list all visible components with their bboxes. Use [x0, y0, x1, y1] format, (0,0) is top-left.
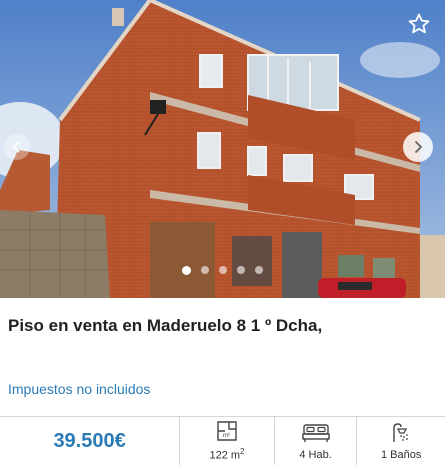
pagination-dot[interactable] — [255, 266, 263, 274]
gallery-pagination — [0, 265, 445, 275]
chevron-left-icon — [12, 141, 20, 153]
shower-icon — [390, 422, 412, 444]
baths-stat: 1 Baños — [356, 417, 445, 465]
previous-image-button[interactable] — [4, 134, 30, 160]
bed-icon — [301, 422, 330, 444]
rooms-stat: 4 Hab. — [273, 417, 357, 465]
listing-stats: 39.500€ m² 122 m2 4 Hab. 1 Baños — [0, 416, 445, 465]
floor-plan-icon: m² — [216, 420, 238, 442]
baths-label: 1 Baños — [381, 448, 422, 461]
area-stat: m² 122 m2 — [179, 417, 274, 465]
rooms-label: 4 Hab. — [299, 448, 332, 461]
listing-photo[interactable] — [0, 0, 445, 298]
next-image-button[interactable] — [403, 132, 433, 162]
pagination-dot[interactable] — [237, 266, 245, 274]
favorite-star-icon[interactable] — [407, 12, 431, 36]
pagination-dot[interactable] — [201, 266, 209, 274]
svg-text:m²: m² — [223, 433, 230, 439]
listing-card[interactable]: Piso en venta en Maderuelo 8 1 º Dcha, I… — [0, 0, 445, 465]
pagination-dot[interactable] — [219, 266, 227, 274]
area-label: 122 m2 — [209, 447, 245, 462]
price: 39.500€ — [53, 429, 126, 452]
building-photo-image — [0, 0, 445, 298]
tax-note: Impuestos no incluidos — [8, 381, 151, 397]
chevron-right-icon — [414, 140, 423, 154]
listing-title[interactable]: Piso en venta en Maderuelo 8 1 º Dcha, — [8, 316, 322, 336]
pagination-dot[interactable] — [182, 265, 191, 275]
